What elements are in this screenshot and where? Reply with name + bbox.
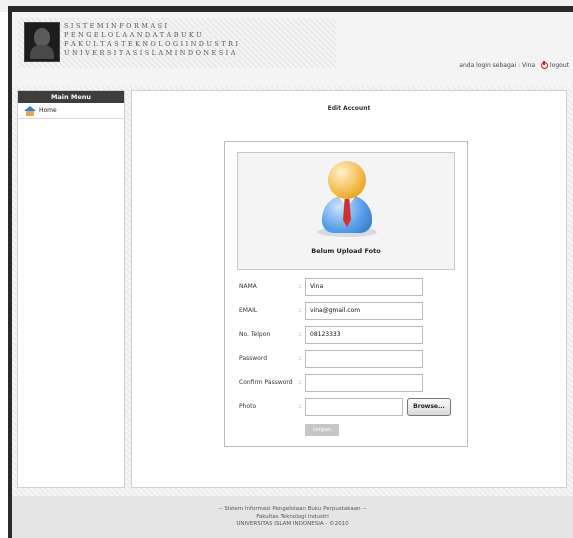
password-input[interactable]	[305, 350, 423, 368]
main-panel: Edit Account Belum Upload Foto NAMA : Vi…	[131, 90, 567, 488]
banner-line: U N I V E R S I T A S I S L A M I N D O …	[64, 49, 236, 57]
photo-caption: Belum Upload Foto	[311, 247, 381, 255]
user-avatar-icon	[312, 161, 382, 241]
logo-body	[30, 45, 54, 59]
form-row-phone: No. Telpon : 08123333	[225, 326, 467, 344]
page-title: Edit Account	[327, 105, 371, 112]
field-separator: :	[299, 355, 302, 362]
user-status: anda login sebagai : Vina logout	[459, 60, 569, 69]
banner-line: P E N G E L O L A A N D A T A B U K U	[64, 31, 202, 39]
logout-icon[interactable]	[541, 60, 549, 69]
photo-preview: Belum Upload Foto	[237, 152, 455, 270]
form-row-photo: Photo : Browse...	[225, 398, 467, 416]
field-separator: :	[299, 331, 302, 338]
logged-in-text: anda login sebagai : Vina	[459, 62, 536, 69]
sidebar-item-home[interactable]: Home	[18, 103, 124, 119]
banner-text: S I S T E M I N F O R M A S I P E N G E …	[64, 22, 334, 58]
field-separator: :	[299, 283, 302, 290]
field-label: EMAIL	[239, 307, 258, 314]
edit-account-form: Belum Upload Foto NAMA : Vina EMAIL : vi…	[224, 141, 468, 447]
footer-line: UNIVERSITAS ISLAM INDONESIA - ©2010	[236, 521, 349, 527]
photo-file-input[interactable]	[305, 398, 403, 416]
sidebar: Main Menu Home	[17, 90, 125, 488]
field-label: NAMA	[239, 283, 257, 290]
browse-button[interactable]: Browse...	[407, 398, 451, 416]
form-row-email: EMAIL : vina@gmail.com	[225, 302, 467, 320]
email-input[interactable]: vina@gmail.com	[305, 302, 423, 320]
banner-line: S I S T E M I N F O R M A S I	[64, 22, 168, 30]
field-label: No. Telpon	[239, 331, 271, 338]
save-button[interactable]: simpan	[305, 424, 339, 436]
logout-link[interactable]: logout	[550, 62, 569, 69]
confirm-password-input[interactable]	[305, 374, 423, 392]
logo	[24, 22, 60, 62]
form-row-password: Password :	[225, 350, 467, 368]
form-row-confirm-password: Confirm Password :	[225, 374, 467, 392]
footer: -- Sistem Informasi Pengelolaan Buku Per…	[12, 496, 573, 538]
footer-line: Fakultas Teknologi Industri	[256, 513, 329, 520]
sidebar-title: Main Menu	[18, 91, 124, 103]
field-separator: :	[299, 307, 302, 314]
field-label: Photo	[239, 403, 257, 410]
field-separator: :	[299, 379, 302, 386]
sidebar-item-label: Home	[39, 107, 57, 114]
footer-line: -- Sistem Informasi Pengelolaan Buku Per…	[218, 506, 367, 512]
field-separator: :	[299, 403, 302, 410]
field-label: Confirm Password	[239, 379, 293, 386]
logo-face	[34, 28, 50, 46]
banner-line: F A K U L T A S T E K N O L O G I I N D …	[64, 40, 239, 48]
home-icon	[24, 105, 36, 116]
field-label: Password	[239, 355, 268, 362]
name-input[interactable]: Vina	[305, 278, 423, 296]
phone-input[interactable]: 08123333	[305, 326, 423, 344]
form-row-name: NAMA : Vina	[225, 278, 467, 296]
